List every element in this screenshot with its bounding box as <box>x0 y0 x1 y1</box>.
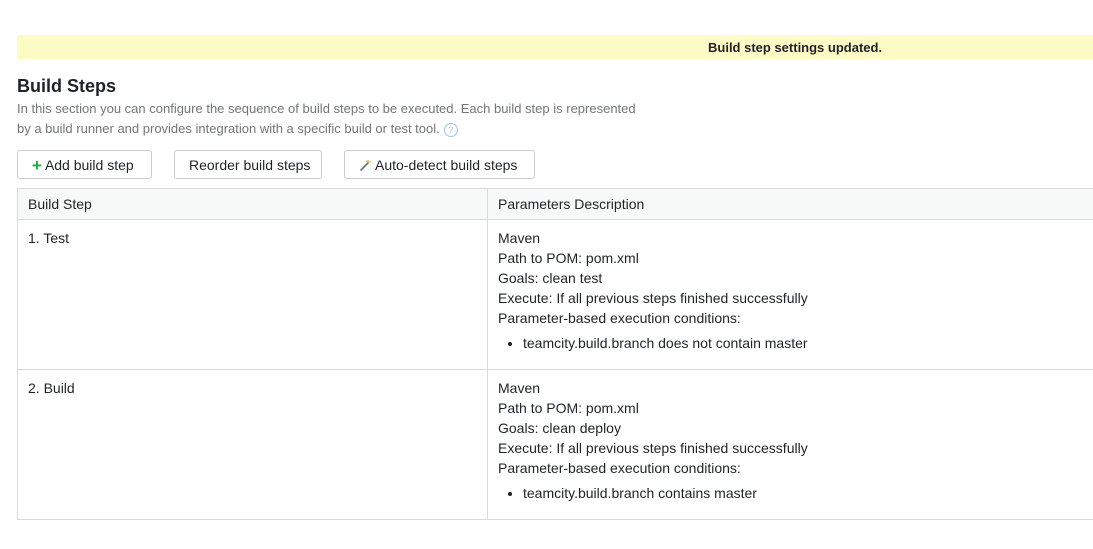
build-step-name[interactable]: 2. Build <box>18 370 488 519</box>
conditions-label: Parameter-based execution conditions: <box>498 310 741 326</box>
page-title: Build Steps <box>17 76 117 96</box>
execute-policy: Execute: If all previous steps finished … <box>498 440 808 456</box>
conditions-label: Parameter-based execution conditions: <box>498 460 741 476</box>
build-step-name[interactable]: 1. Test <box>18 220 488 369</box>
success-notification: Build step settings updated. <box>17 35 1093 59</box>
conditions-list: teamcity.build.branch does not contain m… <box>498 333 1093 353</box>
table-header-row: Build Step Parameters Description <box>18 189 1093 220</box>
execute-policy: Execute: If all previous steps finished … <box>498 290 808 306</box>
notification-text: Build step settings updated. <box>708 40 883 55</box>
pom-path: Path to POM: pom.xml <box>498 400 639 416</box>
add-build-step-button[interactable]: + Add build step <box>17 150 152 179</box>
conditions-list: teamcity.build.branch contains master <box>498 483 1093 503</box>
goals: Goals: clean test <box>498 270 603 286</box>
pom-path: Path to POM: pom.xml <box>498 250 639 266</box>
section-description: In this section you can configure the se… <box>17 99 657 139</box>
condition-item: teamcity.build.branch contains master <box>523 483 1093 503</box>
parameters-description: Maven Path to POM: pom.xml Goals: clean … <box>488 220 1093 369</box>
column-header-build-step: Build Step <box>18 189 488 219</box>
auto-detect-build-steps-label: Auto-detect build steps <box>375 157 518 173</box>
description-line-2: by a build runner and provides integrati… <box>17 121 440 136</box>
table-row[interactable]: 1. Test Maven Path to POM: pom.xml Goals… <box>18 220 1093 370</box>
goals: Goals: clean deploy <box>498 420 621 436</box>
plus-icon: + <box>32 156 42 175</box>
parameters-description: Maven Path to POM: pom.xml Goals: clean … <box>488 370 1093 519</box>
question-mark-icon[interactable]: ? <box>443 123 458 137</box>
description-line-1: In this section you can configure the se… <box>17 101 636 116</box>
reorder-build-steps-label: Reorder build steps <box>189 157 311 173</box>
condition-item: teamcity.build.branch does not contain m… <box>523 333 1093 353</box>
reorder-build-steps-button[interactable]: Reorder build steps <box>174 150 322 179</box>
runner-type: Maven <box>498 380 541 396</box>
table-row[interactable]: 2. Build Maven Path to POM: pom.xml Goal… <box>18 370 1093 520</box>
magic-wand-icon <box>359 152 371 181</box>
auto-detect-build-steps-button[interactable]: Auto-detect build steps <box>344 150 535 179</box>
add-build-step-label: Add build step <box>44 157 134 173</box>
runner-type: Maven <box>498 230 541 246</box>
build-steps-table: Build Step Parameters Description 1. Tes… <box>17 188 1093 520</box>
column-header-parameters: Parameters Description <box>498 196 645 212</box>
